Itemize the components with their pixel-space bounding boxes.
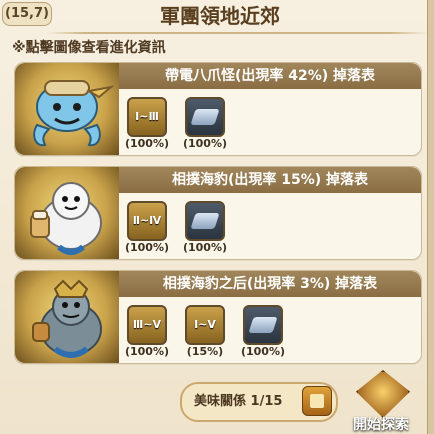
item-label: Ⅲ~Ⅴ [132, 318, 162, 331]
monster-portrait-2[interactable] [15, 167, 119, 259]
drop-card-3[interactable]: 相撲海豹之后(出現率 3%) 掉落表 Ⅲ~Ⅴ Ⅰ~Ⅴ (100%) (15%) … [14, 270, 422, 364]
page-title: 軍團領地近郊 [160, 4, 280, 28]
drop-rate: (100%) [182, 241, 228, 254]
coordinate-badge: (15,7) [2, 2, 52, 26]
octopus-portrait-icon [33, 80, 115, 147]
drop-rate: (100%) [240, 345, 286, 358]
drop-item-scroll-icon[interactable]: Ⅲ~Ⅴ [127, 305, 167, 345]
drop-item-gem-icon[interactable] [185, 201, 225, 241]
drop-item-scroll-icon[interactable]: Ⅰ~Ⅲ [127, 97, 167, 137]
start-explore-label: 開始探索 [353, 417, 409, 433]
drop-rate: (15%) [186, 345, 224, 358]
gem-shape [248, 317, 278, 333]
monster-portrait-3[interactable] [15, 271, 119, 363]
drop-item-scroll-icon[interactable]: Ⅱ~Ⅳ [127, 201, 167, 241]
item-label: Ⅰ~Ⅴ [194, 318, 216, 331]
gift-bag-icon [302, 386, 332, 416]
drop-card-1[interactable]: 帶電八爪怪(出現率 42%) 掉落表 Ⅰ~Ⅲ (100%) (100%) [14, 62, 422, 156]
seal-queen-portrait-icon [32, 279, 102, 358]
drop-item-scroll-icon[interactable]: Ⅰ~Ⅴ [185, 305, 225, 345]
drop-card-2[interactable]: 相撲海豹(出現率 15%) 掉落表 Ⅱ~Ⅳ (100%) (100%) [14, 166, 422, 260]
drop-card-title: 帶電八爪怪(出現率 42%) 掉落表 [119, 63, 421, 89]
drop-card-title: 相撲海豹之后(出現率 3%) 掉落表 [119, 271, 421, 297]
drop-item-gem-icon[interactable] [185, 97, 225, 137]
item-label: Ⅱ~Ⅳ [132, 214, 162, 227]
drop-rate: (100%) [124, 241, 170, 254]
explore-emblem-icon [356, 370, 410, 418]
delicacy-progress[interactable]: 美味關係 1/15 [180, 382, 338, 422]
gem-shape [190, 109, 220, 125]
monster-portrait-1[interactable] [15, 63, 119, 155]
drop-rate: (100%) [124, 137, 170, 150]
drop-rate: (100%) [182, 137, 228, 150]
side-scroll-edge [427, 0, 434, 434]
title-divider [46, 32, 428, 34]
drop-card-title: 相撲海豹(出現率 15%) 掉落表 [119, 167, 421, 193]
delicacy-text: 美味關係 1/15 [194, 394, 283, 409]
gem-shape [190, 213, 220, 229]
seal-portrait-icon [30, 182, 102, 255]
drop-item-gem-icon[interactable] [243, 305, 283, 345]
item-label: Ⅰ~Ⅲ [135, 110, 159, 123]
start-explore-button[interactable]: 開始探索 [346, 370, 416, 433]
drop-rate: (100%) [124, 345, 170, 358]
hint-text: ※點擊圖像查看進化資訊 [12, 40, 166, 56]
